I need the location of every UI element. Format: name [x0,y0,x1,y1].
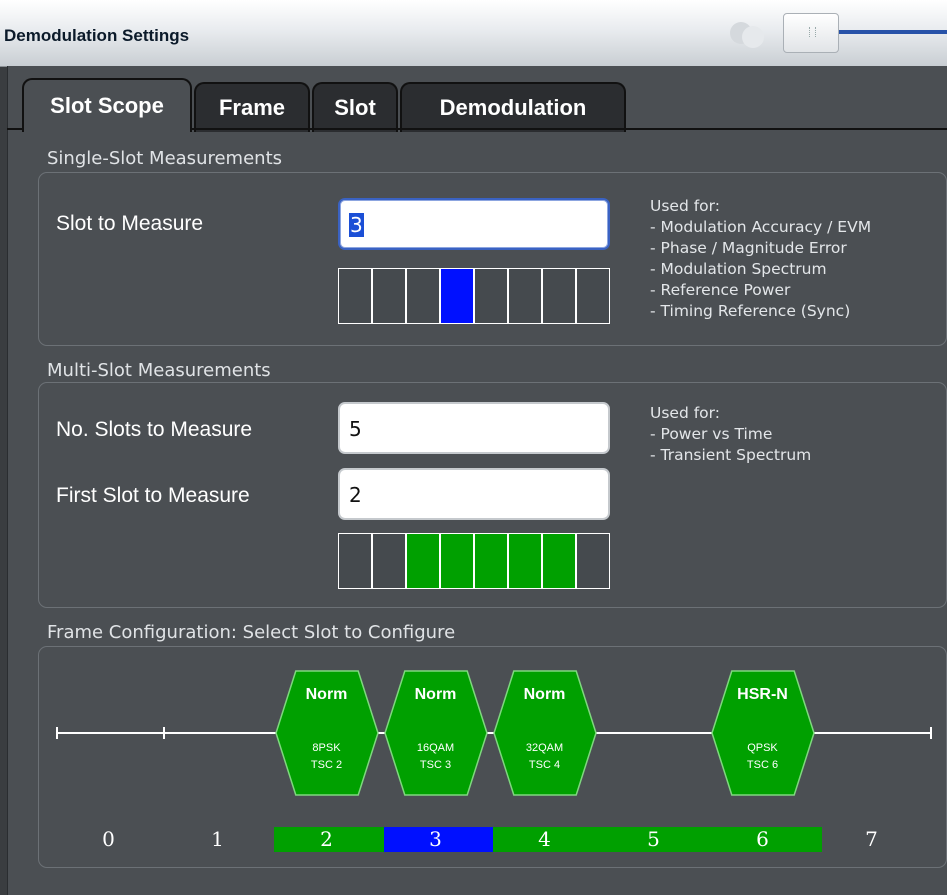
multi-slot-heading: Multi-Slot Measurements [47,360,271,381]
timeline-tick [930,727,932,739]
single-used-for-line: Used for: [650,197,720,215]
frame-slot-number[interactable]: 6 [733,827,793,851]
single-used-for-line: - Phase / Magnitude Error [650,239,847,257]
single-used-for-line: - Modulation Accuracy / EVM [650,218,872,236]
slot-tsc: TSC 6 [746,759,779,771]
window-titlebar: Demodulation Settings [0,0,947,67]
slot-cell[interactable] [475,269,509,323]
no-slots-input[interactable]: 5 [338,402,610,454]
titlebar-slider-track [820,30,947,34]
slot-tsc: TSC 2 [310,759,343,771]
slot-cell[interactable] [441,269,475,323]
timeline-tick [163,727,165,739]
slot-cell[interactable] [407,269,441,323]
multi-used-for-line: Used for: [650,404,720,422]
slot-cell[interactable] [339,534,373,588]
frame-slot-number[interactable]: 4 [515,827,575,851]
single-slot-heading: Single-Slot Measurements [47,148,283,169]
slot-burst-type: Norm [305,686,348,703]
slot-cell[interactable] [407,534,441,588]
slot-cell[interactable] [339,269,373,323]
frame-slot-number[interactable]: 0 [79,827,139,851]
slot-to-measure-input[interactable]: 3 [338,198,610,250]
slot-burst-type: Norm [414,686,457,703]
tab-demodulation[interactable]: Demodulation [400,82,626,132]
multi-slot-used-for: Used for: - Power vs Time - Transient Spec… [650,403,811,466]
frame-slot-number[interactable]: 2 [297,827,357,851]
slot-cell[interactable] [577,534,609,588]
slot-cell[interactable] [509,534,543,588]
first-slot-label: First Slot to Measure [56,484,250,507]
single-used-for-line: - Reference Power [650,281,791,299]
multi-used-for-line: - Power vs Time [650,425,773,443]
no-slots-label: No. Slots to Measure [56,418,253,441]
frame-slot-number[interactable]: 5 [624,827,684,851]
single-slot-used-for: Used for: - Modulation Accuracy / EVM - Ph… [650,196,871,322]
slot-cell[interactable] [577,269,609,323]
slot-cell[interactable] [373,269,407,323]
window-title: Demodulation Settings [4,26,190,45]
slot-modulation: 8PSK [312,742,341,754]
tab-slot[interactable]: Slot [312,82,398,132]
frame-slot-number[interactable]: 1 [188,827,248,851]
titlebar-slider-thumb[interactable] [783,13,839,53]
slot-modulation: QPSK [747,742,778,754]
tab-frame[interactable]: Frame [194,82,310,132]
slot-burst-type: HSR-N [737,686,788,703]
multi-used-for-line: - Transient Spectrum [650,446,812,464]
slot-modulation: 32QAM [525,742,564,754]
first-slot-input[interactable]: 2 [338,468,610,520]
slot-modulation: 16QAM [416,742,455,754]
tab-underline-left [7,128,23,130]
tab-underline [192,128,947,130]
slot-cell[interactable] [373,534,407,588]
single-used-for-line: - Timing Reference (Sync) [650,302,851,320]
frame-slot-number[interactable]: 3 [406,827,466,851]
slot-cell[interactable] [441,534,475,588]
slot-to-measure-label: Slot to Measure [56,212,204,235]
window-control-circles[interactable] [730,22,770,48]
multi-slot-selector-bar[interactable] [338,533,610,589]
slot-cell[interactable] [543,534,577,588]
timeline-tick [56,727,58,739]
slot-tsc: TSC 3 [419,759,452,771]
slot-tsc: TSC 4 [528,759,561,771]
slot-burst-type: Norm [523,686,566,703]
single-used-for-line: - Modulation Spectrum [650,260,827,278]
slot-to-measure-value: 3 [349,213,364,237]
slot-cell[interactable] [543,269,577,323]
frame-config-heading: Frame Configuration: Select Slot to Conf… [47,622,456,643]
frame-slot-number[interactable]: 7 [842,827,902,851]
slot-cell[interactable] [475,534,509,588]
single-slot-selector-bar[interactable] [338,268,610,324]
tab-slot-scope[interactable]: Slot Scope [22,78,192,132]
slot-cell[interactable] [509,269,543,323]
